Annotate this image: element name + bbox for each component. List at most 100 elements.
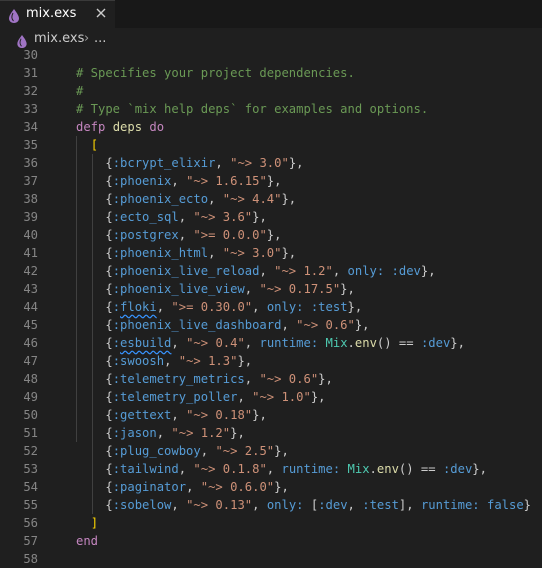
code-line[interactable]: 55 {:sobelow, "~> 0.13", only: [:dev, :t… [0,496,542,514]
code-line[interactable]: 57 end [0,532,542,550]
code-line[interactable]: 45 {:phoenix_live_dashboard, "~> 0.6"}, [0,316,542,334]
code-token: , [215,156,231,170]
code-token: }, [281,192,297,206]
code-token: :dev [318,498,348,512]
close-icon[interactable] [94,6,108,20]
code-token: :phoenix_live_dashboard [112,318,282,332]
code-token: esbuild [120,336,172,350]
code-token: }, [310,390,326,404]
code-token: "~> 2.5" [215,444,275,458]
code-line[interactable]: 47 {:swoosh, "~> 1.3"}, [0,352,542,370]
line-number: 54 [23,480,38,494]
code-token: { [76,498,113,512]
code-text: {:esbuild, "~> 0.4", runtime: Mix.env() … [76,334,465,352]
code-line[interactable]: 42 {:phoenix_live_reload, "~> 1.2", only… [0,262,542,280]
code-line[interactable]: 39 {:ecto_sql, "~> 3.6"}, [0,208,542,226]
code-token: { [76,156,113,170]
code-token: :gettext [112,408,172,422]
code-token: :postgrex [112,228,179,242]
code-text: {:phoenix_live_dashboard, "~> 0.6"}, [76,316,369,334]
code-editor[interactable]: 30 31 # Specifies your project dependencie… [0,48,542,568]
code-token: { [76,390,113,404]
code-token: only: [266,300,304,314]
code-line[interactable]: 37 {:phoenix, "~> 1.6.15"}, [0,172,542,190]
code-line[interactable]: 40 {:postgrex, ">= 0.0.0"}, [0,226,542,244]
code-text: {:plug_cowboy, "~> 2.5"}, [76,442,288,460]
code-token: Mix [347,462,370,476]
code-line[interactable]: 35 [ [0,136,542,154]
code-token: , [208,192,223,206]
code-line[interactable]: 48 {:telemetry_metrics, "~> 0.6"}, [0,370,542,388]
code-token: "~> 0.13" [186,498,253,512]
code-line[interactable]: 52 {:plug_cowboy, "~> 2.5"}, [0,442,542,460]
code-token: } [523,498,532,512]
code-text: # Type `mix help deps` for examples and … [76,100,428,118]
code-token: }, [318,372,333,386]
code-token: "~> 0.18" [186,408,253,422]
code-line[interactable]: 30 [0,46,542,64]
code-token: runtime: [259,336,319,350]
code-token: :phoenix_live_view [112,282,245,296]
code-text: {:paginator, "~> 0.6.0"}, [76,478,288,496]
code-line[interactable]: 56 ] [0,514,542,532]
line-number: 46 [23,336,38,350]
line-number: 49 [23,390,38,404]
code-line[interactable]: 46 {:esbuild, "~> 0.4", runtime: Mix.env… [0,334,542,352]
code-line[interactable]: 36 {:bcrypt_elixir, "~> 3.0"}, [0,154,542,172]
breadcrumb-file[interactable]: mix.exs [34,31,84,46]
line-number: 37 [23,174,38,188]
line-number: 41 [23,246,38,260]
code-line[interactable]: 31 # Specifies your project dependencies. [0,64,542,82]
code-line[interactable]: 51 {:jason, "~> 1.2"}, [0,424,542,442]
line-number: 50 [23,408,38,422]
line-number: 58 [23,552,38,566]
tab-mix-exs[interactable]: mix.exs [0,0,115,28]
code-token: "~> 0.4" [186,336,245,350]
code-token: ], [398,498,421,512]
code-line[interactable]: 38 {:phoenix_ecto, "~> 4.4"}, [0,190,542,208]
code-line[interactable]: 49 {:telemetry_poller, "~> 1.0"}, [0,388,542,406]
code-line[interactable]: 58 [0,550,542,568]
code-token: :bcrypt_elixir [112,156,216,170]
code-line[interactable]: 50 {:gettext, "~> 0.18"}, [0,406,542,424]
code-token: , [178,210,194,224]
code-line[interactable]: 41 {:phoenix_html, "~> 3.0"}, [0,244,542,262]
elixir-drop-icon [17,33,27,48]
code-token: "~> 0.17.5" [259,282,341,296]
breadcrumb-symbols[interactable]: ... [94,31,106,46]
code-text: {:floki, ">= 0.30.0", only: :test}, [76,298,362,316]
line-number: 32 [23,84,38,98]
line-number: 53 [23,462,38,476]
code-line[interactable]: 34 defp deps do [0,118,542,136]
line-number: 42 [23,264,38,278]
code-text: [ [76,136,98,154]
line-number: 52 [23,444,38,458]
code-token: { [76,408,113,422]
code-line[interactable]: 43 {:phoenix_live_view, "~> 0.17.5"}, [0,280,542,298]
code-token: defp [76,120,106,134]
code-text: {:bcrypt_elixir, "~> 3.0"}, [76,154,303,172]
code-token: "~> 0.6" [259,372,319,386]
code-token: }, [230,426,245,440]
code-token: { [76,426,113,440]
code-token: , [252,498,267,512]
code-token: , [266,462,282,476]
code-token: only: [347,264,385,278]
code-token: , [244,372,260,386]
code-token: :phoenix_live_reload [112,264,260,278]
code-token: , [171,408,187,422]
code-token: floki [120,300,157,314]
code-line[interactable]: 33 # Type `mix help deps` for examples an… [0,100,542,118]
code-token: Mix [325,336,348,350]
code-text: # Specifies your project dependencies. [76,64,355,82]
code-token: , [332,264,348,278]
code-line[interactable]: 32 # [0,82,542,100]
code-text: {:swoosh, "~> 1.3"}, [76,352,252,370]
code-line[interactable]: 54 {:paginator, "~> 0.6.0"}, [0,478,542,496]
code-token: , [237,390,253,404]
code-line[interactable]: 44 {:floki, ">= 0.30.0", only: :test}, [0,298,542,316]
code-token: "~> 1.2" [171,426,231,440]
code-token: { [76,300,113,314]
code-line[interactable]: 53 {:tailwind, "~> 0.1.8", runtime: Mix.… [0,460,542,478]
